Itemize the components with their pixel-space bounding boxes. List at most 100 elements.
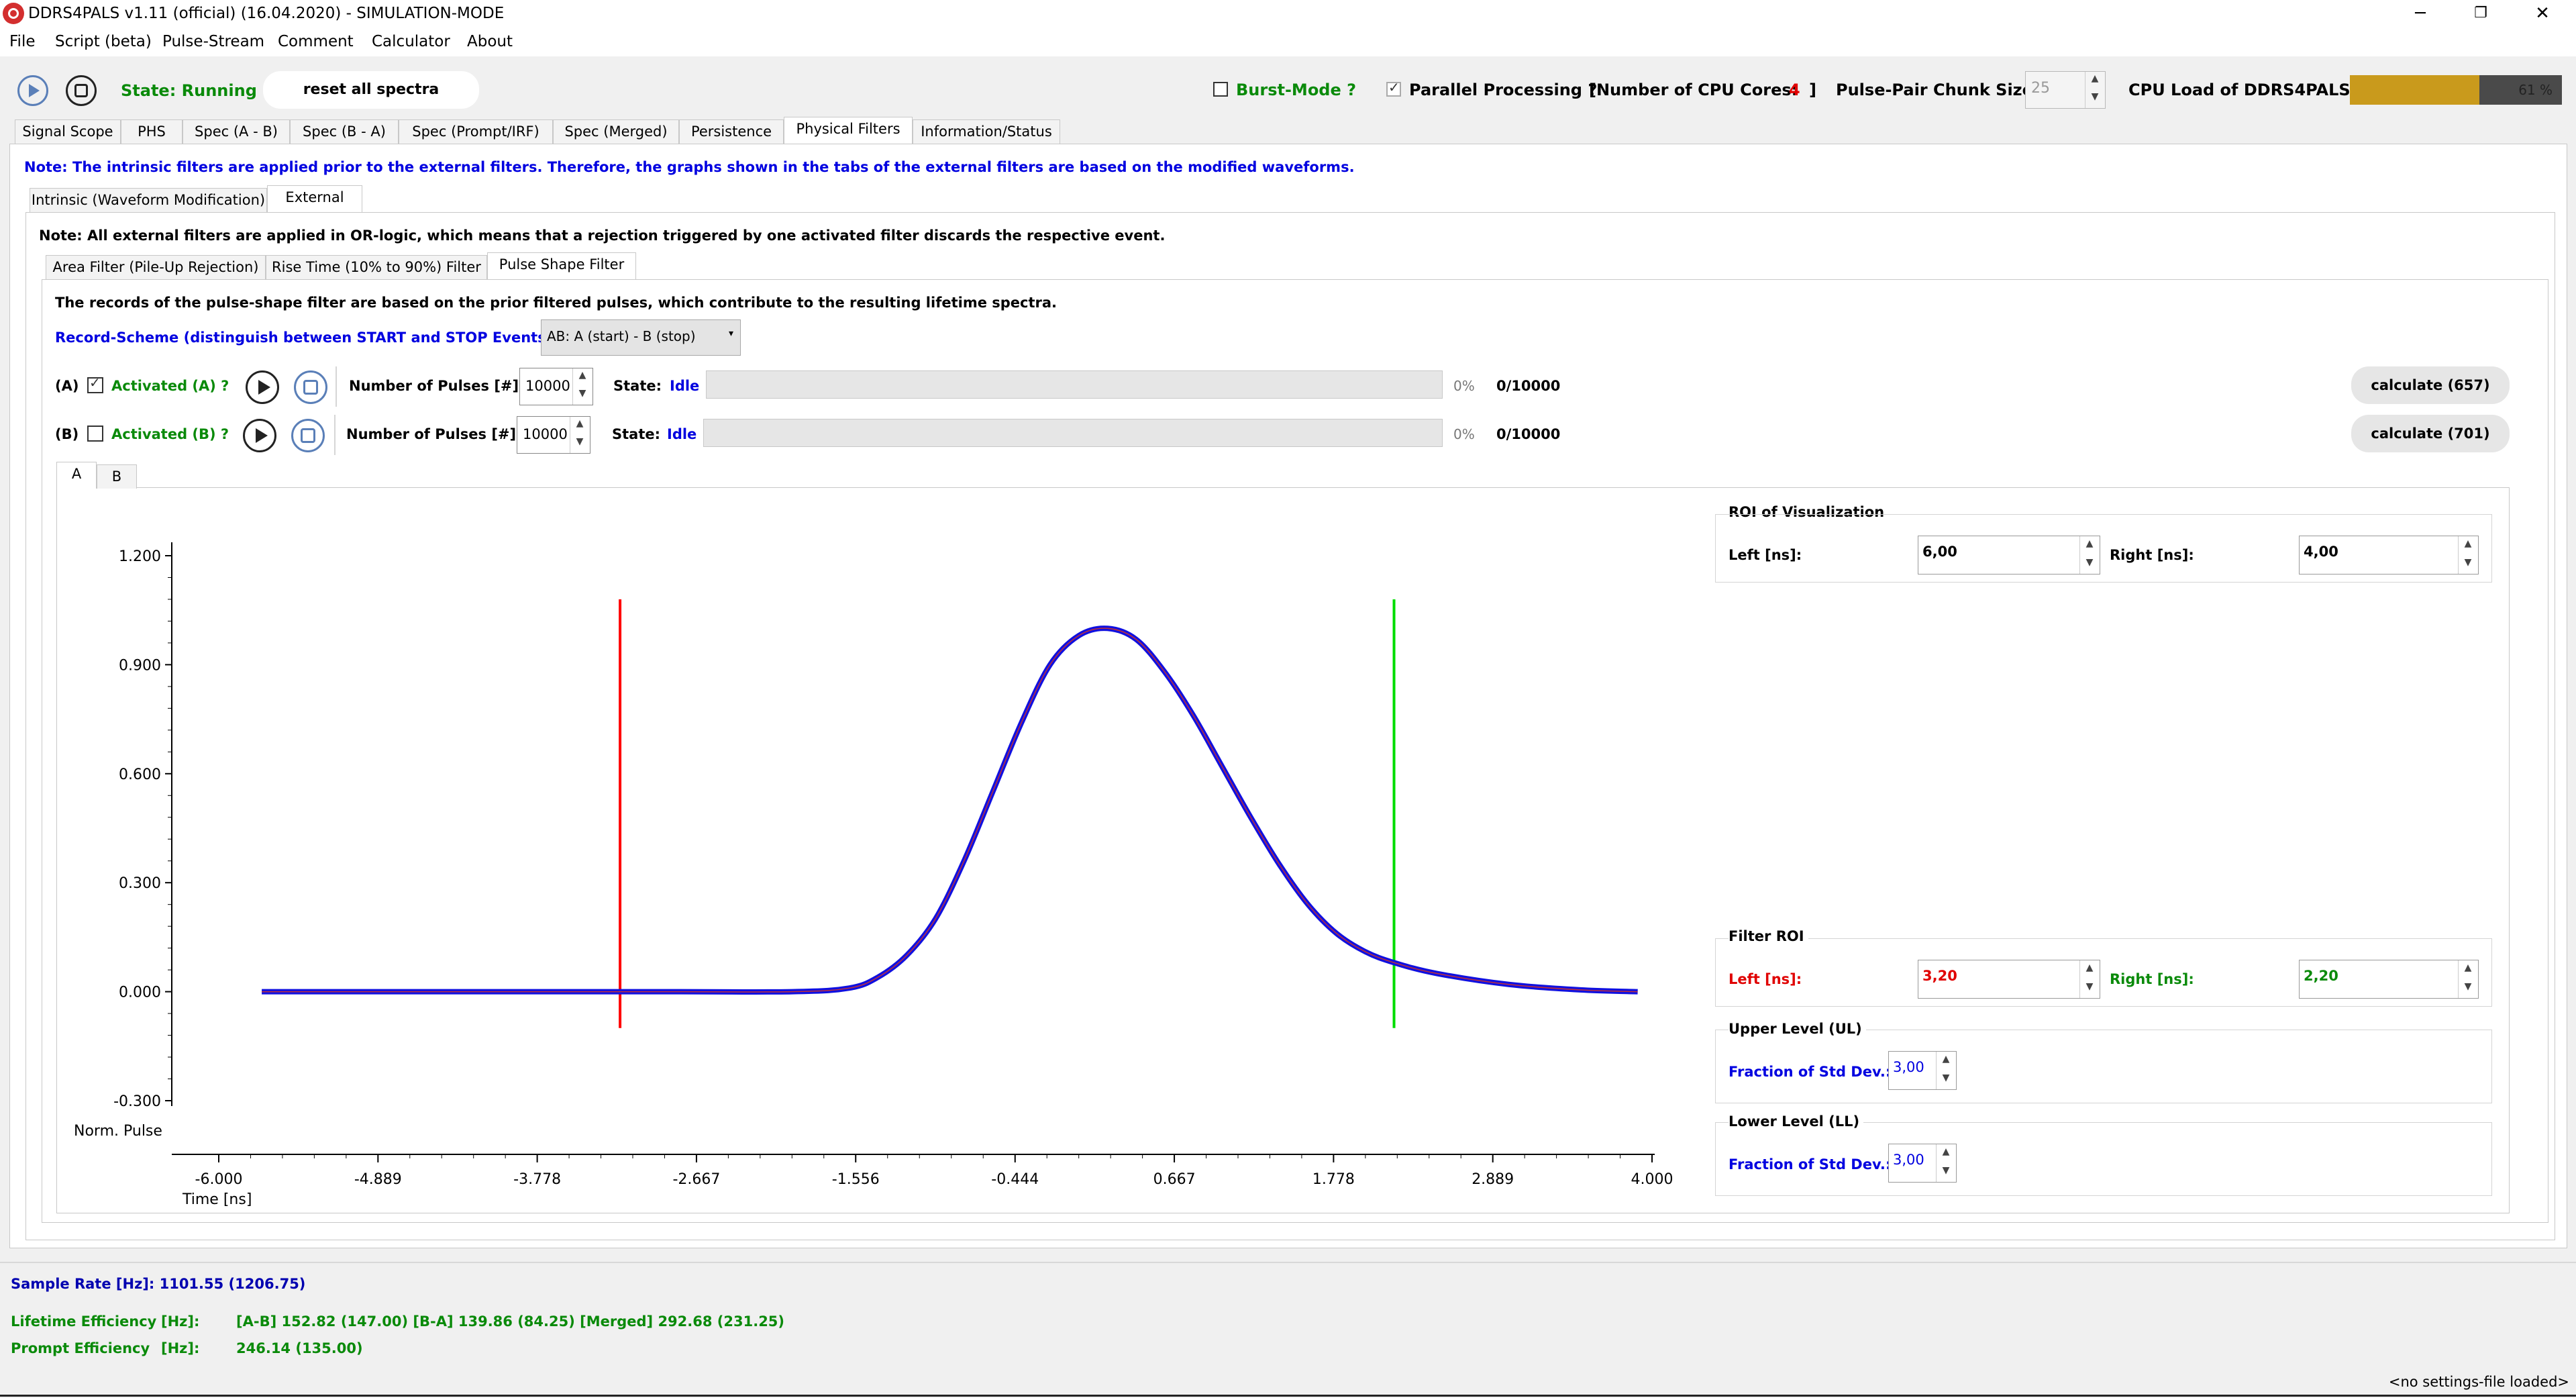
calculate-a-button[interactable]: calculate (657) <box>2351 366 2510 404</box>
plot-tab-a[interactable]: A <box>56 462 97 489</box>
row-a-pulses-label: Number of Pulses [#]: <box>349 378 525 394</box>
lower-level-spinbox[interactable]: 3,00 ▲ ▼ <box>1888 1144 1957 1183</box>
tab-spec-b-a[interactable]: Spec (B - A) <box>290 119 399 144</box>
spin-down-icon[interactable]: ▼ <box>2459 555 2477 574</box>
parallel-processing-checkbox[interactable] <box>1386 79 1401 97</box>
tab-spec-prompt-irf[interactable]: Spec (Prompt/IRF) <box>399 119 553 144</box>
row-b-percent: 0% <box>1453 426 1475 442</box>
status-divider <box>0 1262 2576 1263</box>
y-tick-label: -0.300 <box>113 1093 161 1110</box>
row-a-play-button[interactable] <box>246 370 279 404</box>
row-a-state-value: Idle <box>670 378 700 394</box>
filter-roi-title: Filter ROI <box>1729 926 1808 946</box>
filter-roi-left-spin[interactable]: ▲ ▼ <box>2079 960 2100 998</box>
tab-intrinsic[interactable]: Intrinsic (Waveform Modification) <box>30 188 267 212</box>
upper-level-spinbox[interactable]: 3,00 ▲ ▼ <box>1888 1051 1957 1090</box>
y-axis-label: Norm. Pulse <box>74 1123 162 1140</box>
x-tick-label: -1.556 <box>832 1171 880 1188</box>
spin-up-icon[interactable]: ▲ <box>2080 960 2099 979</box>
spin-up-icon[interactable]: ▲ <box>2080 536 2099 555</box>
filter-roi-right-value: 2,20 <box>2304 968 2338 984</box>
upper-level-spin[interactable]: ▲ ▼ <box>1936 1052 1956 1089</box>
upper-level-label: Fraction of Std Dev.: <box>1729 1064 1892 1080</box>
minimize-button[interactable]: ─ <box>2390 0 2451 27</box>
spin-up-icon[interactable]: ▲ <box>2459 960 2477 979</box>
roi-vis-right-spin[interactable]: ▲ ▼ <box>2458 536 2478 574</box>
spin-up-icon[interactable]: ▲ <box>1937 1052 1955 1070</box>
activated-a-checkbox[interactable] <box>87 375 103 393</box>
tab-area-filter[interactable]: Area Filter (Pile-Up Rejection) <box>46 255 266 279</box>
menu-script[interactable]: Script (beta) <box>55 31 152 52</box>
spin-down-icon[interactable]: ▼ <box>2085 90 2104 108</box>
restore-button[interactable]: ❐ <box>2451 0 2511 27</box>
reset-all-spectra-button[interactable]: reset all spectra <box>263 71 479 109</box>
menu-comment[interactable]: Comment <box>278 31 354 52</box>
chunk-size-spinbox[interactable]: 25 ▲ ▼ <box>2025 71 2106 109</box>
spin-down-icon[interactable]: ▼ <box>1937 1070 1955 1089</box>
menu-pulse-stream[interactable]: Pulse-Stream <box>162 31 264 52</box>
spin-up-icon[interactable]: ▲ <box>2459 536 2477 555</box>
filter-roi-right-spin[interactable]: ▲ ▼ <box>2458 960 2478 998</box>
row-a-stop-button[interactable] <box>294 370 327 404</box>
filter-roi-right-spinbox[interactable]: 2,20 ▲ ▼ <box>2299 960 2479 999</box>
tab-phs[interactable]: PHS <box>121 119 183 144</box>
stop-button[interactable] <box>66 75 97 106</box>
spin-up-icon[interactable]: ▲ <box>2085 72 2104 90</box>
play-button[interactable] <box>17 75 48 106</box>
spin-down-icon[interactable]: ▼ <box>2459 979 2477 998</box>
row-b-play-button[interactable] <box>243 419 276 452</box>
row-b-pulses-label: Number of Pulses [#]: <box>346 426 522 442</box>
tab-pulse-shape-filter[interactable]: Pulse Shape Filter <box>487 252 636 279</box>
burst-mode-label: Burst-Mode ? <box>1236 81 1357 99</box>
record-scheme-select[interactable]: AB: A (start) - B (stop) ▾ <box>541 319 741 356</box>
menu-calculator[interactable]: Calculator <box>372 31 450 52</box>
roi-vis-right-spinbox[interactable]: 4,00 ▲ ▼ <box>2299 536 2479 575</box>
tab-spec-merged[interactable]: Spec (Merged) <box>553 119 679 144</box>
lower-level-spin[interactable]: ▲ ▼ <box>1936 1144 1956 1182</box>
menu-file[interactable]: File <box>9 31 36 52</box>
filter-roi-right-label: Right [ns]: <box>2110 971 2194 987</box>
spin-up-icon[interactable]: ▲ <box>573 368 592 387</box>
x-tick-label: 0.667 <box>1153 1171 1196 1188</box>
calculate-b-button[interactable]: calculate (701) <box>2351 415 2510 452</box>
parallel-processing-label: Parallel Processing ? <box>1409 81 1598 99</box>
tab-rise-time-filter[interactable]: Rise Time (10% to 90%) Filter <box>266 255 487 279</box>
plot-tab-b[interactable]: B <box>97 464 137 489</box>
row-b-pulses-spin[interactable]: ▲ ▼ <box>570 417 590 453</box>
tab-spec-a-b[interactable]: Spec (A - B) <box>183 119 290 144</box>
row-a-count: 0/10000 <box>1496 378 1561 394</box>
burst-mode-checkbox[interactable] <box>1213 82 1228 97</box>
roi-vis-left-spin[interactable]: ▲ ▼ <box>2079 536 2100 574</box>
tab-signal-scope[interactable]: Signal Scope <box>15 119 121 144</box>
spin-up-icon[interactable]: ▲ <box>570 417 589 435</box>
chunk-size-spin[interactable]: ▲ ▼ <box>2085 72 2105 108</box>
x-tick-label: -2.667 <box>672 1171 720 1188</box>
close-button[interactable]: ✕ <box>2512 0 2573 27</box>
filter-roi-left-spinbox[interactable]: 3,20 ▲ ▼ <box>1918 960 2100 999</box>
row-b-stop-button[interactable] <box>291 419 325 452</box>
tab-persistence[interactable]: Persistence <box>679 119 784 144</box>
menu-about[interactable]: About <box>467 31 513 52</box>
row-b-prefix: (B) <box>55 426 79 442</box>
row-a-pulses-spinbox[interactable]: 10000 ▲ ▼ <box>519 368 593 405</box>
pulse-shape-chart: 1.200 0.900 0.600 0.300 0.000 -0.300 -6.000 -4.… <box>74 542 1673 1208</box>
spin-down-icon[interactable]: ▼ <box>2080 555 2099 574</box>
spin-down-icon[interactable]: ▼ <box>1937 1163 1955 1182</box>
row-b-pulses-spinbox[interactable]: 10000 ▲ ▼ <box>517 416 590 454</box>
tab-external[interactable]: External <box>267 185 362 212</box>
row-b-state-label: State: <box>612 426 661 442</box>
lower-level-title: Lower Level (LL) <box>1729 1111 1864 1132</box>
row-b-state-value: Idle <box>667 426 697 442</box>
y-tick-label: 0.600 <box>119 766 161 783</box>
spin-up-icon[interactable]: ▲ <box>1937 1144 1955 1163</box>
tab-physical-filters[interactable]: Physical Filters <box>784 117 913 144</box>
spin-down-icon[interactable]: ▼ <box>570 435 589 453</box>
activated-b-checkbox[interactable] <box>87 426 103 442</box>
row-a-pulses-spin[interactable]: ▲ ▼ <box>572 368 593 405</box>
stop-icon <box>301 428 315 443</box>
spin-down-icon[interactable]: ▼ <box>573 387 592 405</box>
spin-down-icon[interactable]: ▼ <box>2080 979 2099 998</box>
roi-vis-left-spinbox[interactable]: 6,00 ▲ ▼ <box>1918 536 2100 575</box>
tab-information-status[interactable]: Information/Status <box>913 119 1060 144</box>
cpu-cores-bracket: ] <box>1809 81 1816 99</box>
